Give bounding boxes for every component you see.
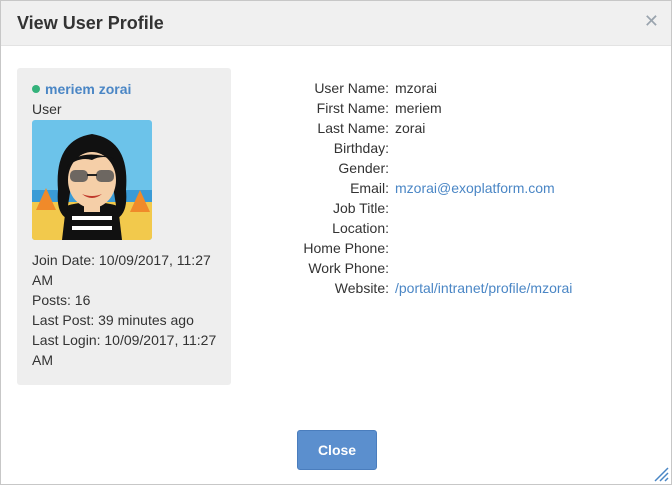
detail-label: Email: [350, 180, 389, 196]
email-link[interactable]: mzorai@exoplatform.com [389, 178, 555, 198]
detail-label: Work Phone: [308, 260, 389, 276]
profile-summary-panel: meriem zorai User Join Date: 10/09/2017,… [17, 68, 231, 385]
last-login: Last Login: 10/09/2017, 11:27 AM [32, 332, 217, 368]
detail-label: Job Title: [332, 200, 389, 216]
detail-value [389, 238, 395, 258]
resize-handle-icon[interactable] [651, 464, 669, 482]
detail-label: Gender: [338, 160, 389, 176]
detail-value [389, 258, 395, 278]
detail-row-home-phone: Home Phone: [241, 238, 661, 258]
user-name-link[interactable]: meriem zorai [45, 81, 131, 97]
detail-row-username: User Name: mzorai [241, 78, 661, 98]
detail-label: Location: [332, 220, 389, 236]
close-button[interactable]: Close [297, 430, 377, 470]
detail-label: User Name: [314, 80, 389, 96]
detail-row-last-name: Last Name: zorai [241, 118, 661, 138]
dialog-title: View User Profile [17, 13, 164, 33]
detail-label: Birthday: [333, 140, 389, 156]
detail-label: Website: [334, 280, 389, 296]
detail-value [389, 158, 395, 178]
detail-label: Last Name: [317, 120, 389, 136]
detail-row-job-title: Job Title: [241, 198, 661, 218]
detail-value: zorai [395, 120, 426, 136]
detail-value [389, 198, 395, 218]
detail-label: First Name: [316, 100, 389, 116]
close-icon[interactable]: ✕ [644, 12, 659, 30]
join-date: Join Date: 10/09/2017, 11:27 AM [32, 252, 211, 288]
profile-details: User Name: mzorai First Name: meriem Las… [241, 78, 661, 298]
website-link[interactable]: /portal/intranet/profile/mzorai [389, 278, 572, 298]
user-profile-dialog: View User Profile ✕ meriem zorai User Jo… [0, 0, 672, 485]
user-header: meriem zorai [32, 81, 131, 97]
online-status-icon [32, 85, 40, 93]
detail-value: mzorai [395, 80, 438, 96]
last-post: Last Post: 39 minutes ago [32, 312, 194, 328]
user-stats: Join Date: 10/09/2017, 11:27 AM Posts: 1… [32, 250, 227, 370]
detail-row-birthday: Birthday: [241, 138, 661, 158]
detail-row-location: Location: [241, 218, 661, 238]
detail-value [389, 138, 395, 158]
detail-row-gender: Gender: [241, 158, 661, 178]
dialog-header: View User Profile ✕ [1, 1, 671, 46]
detail-label: Home Phone: [303, 240, 389, 256]
detail-row-first-name: First Name: meriem [241, 98, 661, 118]
detail-value: meriem [395, 100, 442, 116]
detail-value [389, 218, 395, 238]
user-role: User [32, 101, 62, 117]
detail-row-website: Website: /portal/intranet/profile/mzorai [241, 278, 661, 298]
posts-count: Posts: 16 [32, 292, 91, 308]
detail-row-email: Email: mzorai@exoplatform.com [241, 178, 661, 198]
avatar [32, 120, 152, 240]
detail-row-work-phone: Work Phone: [241, 258, 661, 278]
